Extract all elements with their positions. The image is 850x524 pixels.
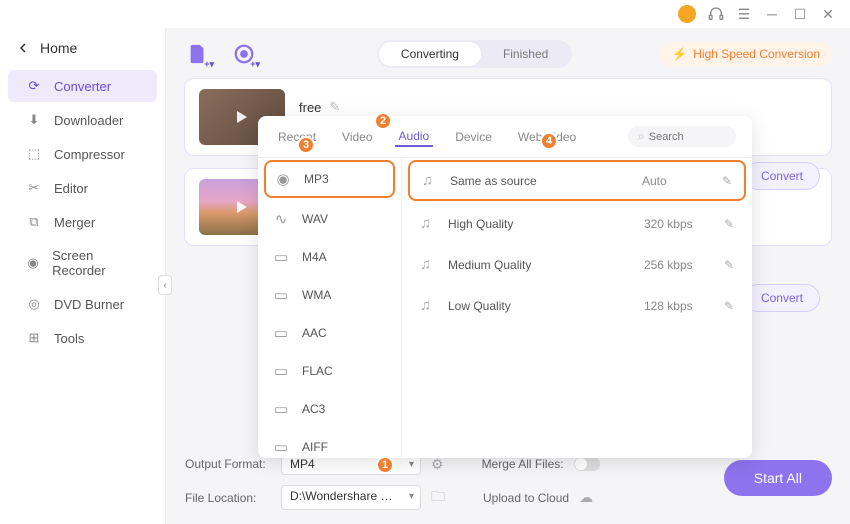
format-flac[interactable]: ▭FLAC	[258, 352, 401, 390]
step-badge-2: 2	[374, 112, 392, 130]
sidebar-item-dvd-burner[interactable]: ◎ DVD Burner	[8, 288, 157, 320]
note-icon: ♫	[420, 256, 436, 273]
folder-icon[interactable]: 🗀	[431, 486, 445, 510]
format-m4a[interactable]: ▭M4A	[258, 238, 401, 276]
play-icon	[237, 201, 247, 213]
note-icon: ♫	[420, 297, 436, 314]
audio-icon: ▭	[272, 248, 290, 266]
add-file-button[interactable]: +▾	[184, 40, 212, 68]
titlebar: ☰ ─ ☐ ✕	[0, 0, 850, 28]
file-location-select[interactable]: D:\Wondershare UniConverter 1 ▾	[281, 485, 421, 510]
headset-icon[interactable]	[708, 6, 724, 22]
dd-tab-audio[interactable]: Audio	[395, 127, 434, 147]
dvd-icon: ◎	[26, 296, 42, 312]
record-icon: ◉	[26, 255, 40, 271]
audio-icon: ▭	[272, 400, 290, 418]
audio-icon: ▭	[272, 324, 290, 342]
format-wav[interactable]: ∿WAV	[258, 200, 401, 238]
tab-converting[interactable]: Converting	[379, 42, 481, 66]
disc-icon: ◉	[274, 170, 292, 188]
file-title: free	[299, 100, 321, 115]
output-format-label: Output Format:	[185, 457, 271, 471]
edit-icon[interactable]: ✎	[724, 217, 734, 231]
bolt-icon: ⚡	[672, 47, 687, 61]
edit-icon[interactable]: ✎	[724, 258, 734, 272]
wave-icon: ∿	[272, 210, 290, 228]
format-wma[interactable]: ▭WMA	[258, 276, 401, 314]
high-speed-toggle[interactable]: ⚡ High Speed Conversion	[660, 42, 832, 66]
file-location-label: File Location:	[185, 491, 271, 505]
dd-tab-video[interactable]: Video	[338, 128, 376, 146]
edit-icon[interactable]: ✎	[724, 299, 734, 313]
tab-finished[interactable]: Finished	[481, 42, 570, 66]
avatar[interactable]	[678, 5, 696, 23]
toolbar: +▾ +▾ Converting Finished ⚡ High Speed C…	[184, 40, 832, 68]
sidebar-item-downloader[interactable]: ⬇ Downloader	[8, 104, 157, 136]
format-search[interactable]: ⌕	[628, 126, 736, 147]
home-label: Home	[40, 40, 77, 56]
step-badge-4: 4	[540, 132, 558, 150]
format-mp3[interactable]: ◉MP3	[264, 160, 395, 198]
sidebar-item-screen-recorder[interactable]: ◉ Screen Recorder	[8, 240, 157, 286]
tools-icon: ⊞	[26, 330, 42, 346]
convert-button[interactable]: Convert	[744, 284, 820, 312]
step-badge-3: 3	[297, 136, 315, 154]
chevron-down-icon: ▾	[409, 459, 414, 470]
sidebar-item-merger[interactable]: ⧉ Merger	[8, 206, 157, 238]
search-input[interactable]	[649, 131, 719, 143]
dd-tab-device[interactable]: Device	[451, 128, 496, 146]
sidebar-item-compressor[interactable]: ⬚ Compressor	[8, 138, 157, 170]
quality-low[interactable]: ♫ Low Quality 128 kbps ✎	[402, 285, 752, 326]
format-ac3[interactable]: ▭AC3	[258, 390, 401, 428]
audio-icon: ▭	[272, 438, 290, 456]
merge-toggle[interactable]	[574, 457, 600, 471]
cloud-icon[interactable]: ☁	[579, 489, 593, 506]
upload-label: Upload to Cloud	[483, 491, 569, 505]
note-icon: ♫	[420, 215, 436, 232]
chevron-down-icon: ▾	[409, 491, 414, 502]
edit-icon[interactable]: ✎	[722, 174, 732, 188]
format-aac[interactable]: ▭AAC	[258, 314, 401, 352]
sidebar-item-converter[interactable]: ⟳ Converter	[8, 70, 157, 102]
status-segment: Converting Finished	[377, 40, 572, 68]
converter-icon: ⟳	[26, 78, 42, 94]
step-badge-1: 1	[376, 456, 394, 474]
sidebar: Home ⟳ Converter ⬇ Downloader ⬚ Compress…	[0, 28, 166, 524]
merge-icon: ⧉	[26, 214, 42, 230]
note-icon: ♫	[422, 172, 438, 189]
settings-icon[interactable]: ⚙	[431, 456, 444, 473]
bottom-bar: Output Format: MP4 ▾ ⚙ Merge All Files: …	[185, 453, 832, 510]
quality-medium[interactable]: ♫ Medium Quality 256 kbps ✎	[402, 244, 752, 285]
menu-icon[interactable]: ☰	[736, 6, 752, 22]
format-list: ◉MP3 ∿WAV ▭M4A ▭WMA ▭AAC ▭FLAC ▭AC3 ▭AIF…	[258, 158, 402, 458]
sidebar-item-editor[interactable]: ✂ Editor	[8, 172, 157, 204]
search-icon: ⌕	[638, 129, 645, 144]
format-dropdown: Recent Video Audio Device Web Video ⌕ ◉M…	[258, 116, 752, 458]
maximize-icon[interactable]: ☐	[792, 6, 808, 22]
audio-icon: ▭	[272, 362, 290, 380]
minimize-icon[interactable]: ─	[764, 6, 780, 22]
back-home[interactable]: Home	[0, 34, 165, 68]
add-disc-button[interactable]: +▾	[230, 40, 258, 68]
close-icon[interactable]: ✕	[820, 6, 836, 22]
merge-label: Merge All Files:	[482, 457, 564, 471]
convert-button[interactable]: Convert	[744, 162, 820, 190]
compress-icon: ⬚	[26, 146, 42, 162]
download-icon: ⬇	[26, 112, 42, 128]
format-aiff[interactable]: ▭AIFF	[258, 428, 401, 458]
play-icon	[237, 111, 247, 123]
edit-title-icon[interactable]: ✎	[329, 99, 340, 115]
audio-icon: ▭	[272, 286, 290, 304]
sidebar-item-tools[interactable]: ⊞ Tools	[8, 322, 157, 354]
quality-list: ♫ Same as source Auto ✎ ♫ High Quality 3…	[402, 158, 752, 458]
quality-high[interactable]: ♫ High Quality 320 kbps ✎	[402, 203, 752, 244]
quality-same-as-source[interactable]: ♫ Same as source Auto ✎	[408, 160, 746, 201]
scissors-icon: ✂	[26, 180, 42, 196]
